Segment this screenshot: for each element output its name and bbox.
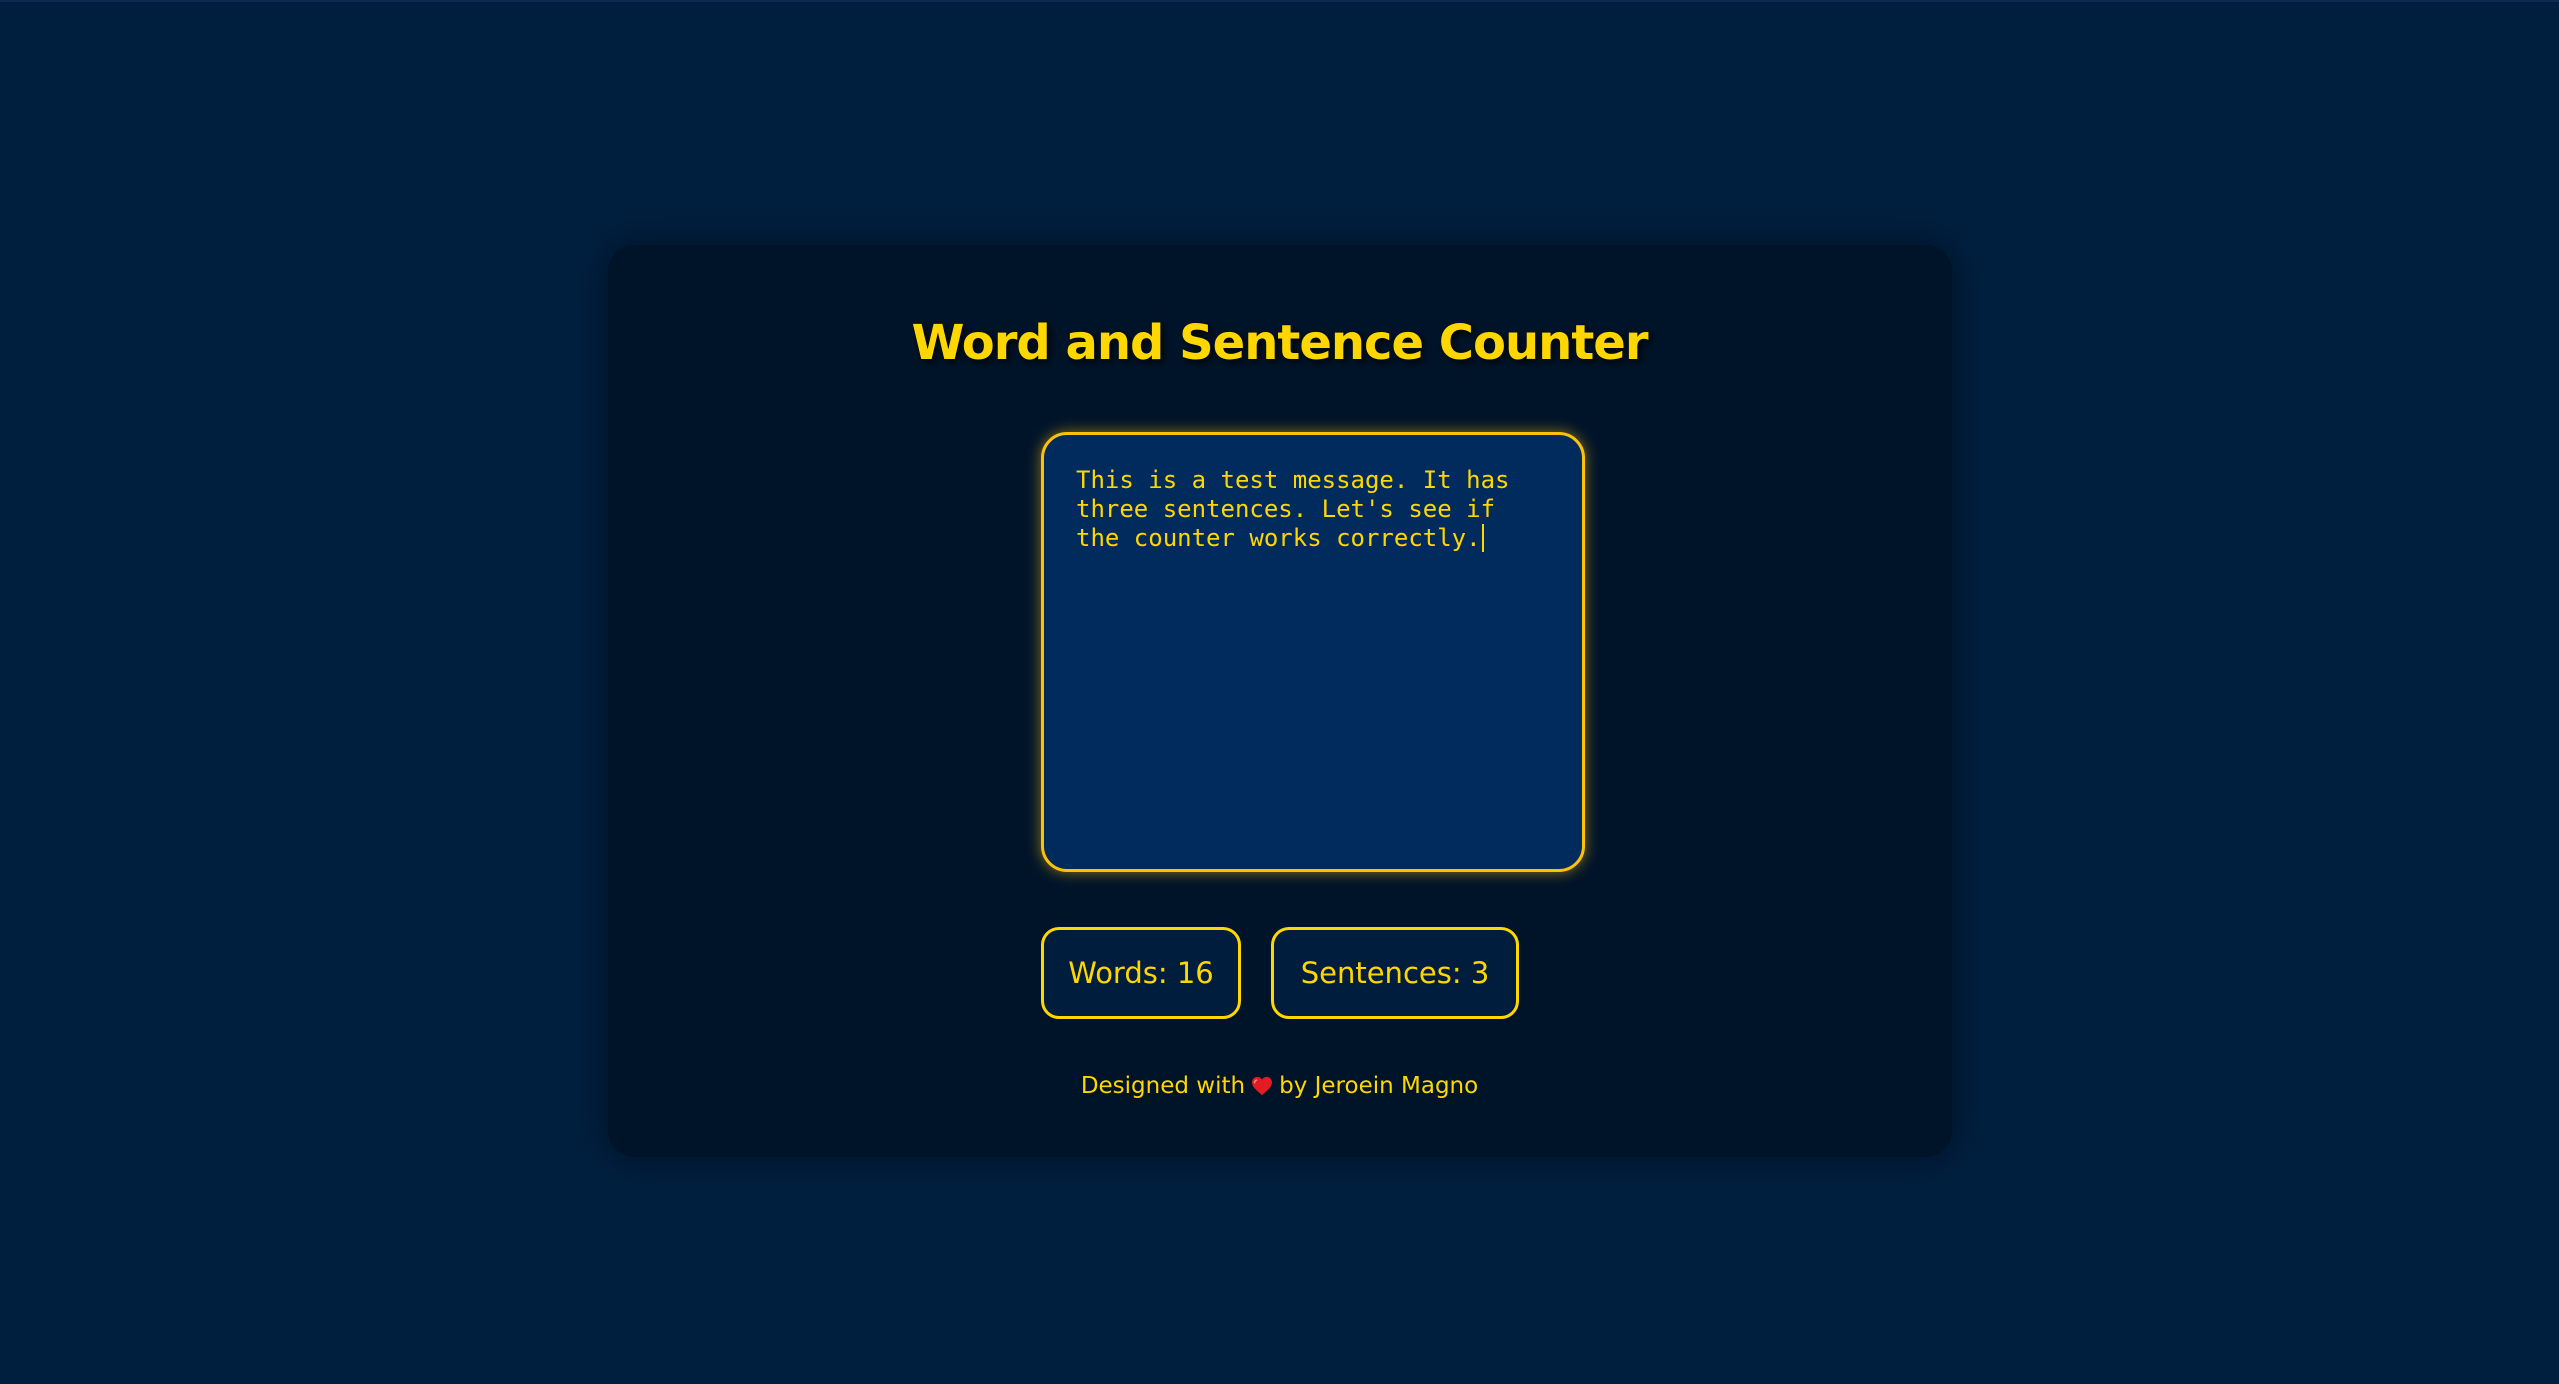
word-count-label: Words: bbox=[1068, 956, 1168, 990]
word-count-value: 16 bbox=[1176, 956, 1214, 990]
footer-prefix: Designed with bbox=[1080, 1073, 1246, 1099]
footer-credit: Designed with by Jeroein Magno bbox=[0, 1070, 2559, 1105]
text-input-value: This is a test message. It has three sen… bbox=[1076, 466, 1524, 552]
page-title: Word and Sentence Counter bbox=[911, 315, 1649, 371]
sentence-count-label: Sentences: bbox=[1300, 956, 1462, 990]
sentence-count-value: 3 bbox=[1470, 956, 1490, 990]
footer-suffix: by Jeroein Magno bbox=[1279, 1073, 1479, 1099]
heart-icon bbox=[1251, 1073, 1273, 1105]
sentence-count-badge: Sentences: 3 bbox=[1271, 927, 1519, 1019]
text-input[interactable]: This is a test message. It has three sen… bbox=[1041, 432, 1585, 872]
top-border-line bbox=[0, 0, 2559, 2]
text-cursor bbox=[1481, 524, 1484, 552]
word-count-badge: Words: 16 bbox=[1041, 927, 1241, 1019]
